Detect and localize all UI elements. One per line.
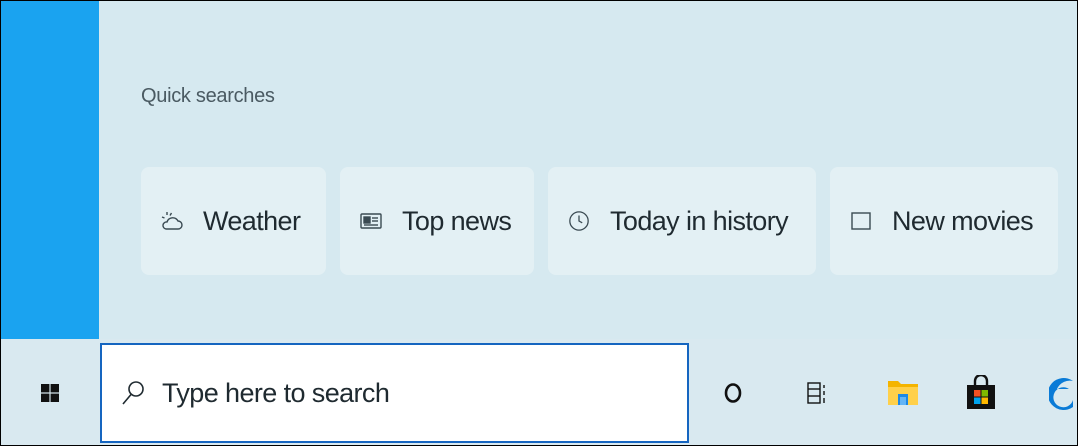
weather-icon (161, 210, 183, 232)
taskbar-search-box[interactable] (100, 343, 689, 443)
task-view-button[interactable] (787, 339, 847, 445)
news-icon (360, 210, 382, 232)
taskbar (1, 339, 1077, 445)
cortana-button[interactable] (703, 339, 763, 445)
quick-search-label: Today in history (610, 205, 789, 236)
quick-search-label: New movies (892, 205, 1034, 236)
accent-strip (1, 1, 99, 339)
edge-button[interactable] (1031, 339, 1077, 445)
search-icon (120, 379, 146, 407)
quick-search-weather[interactable]: Weather (141, 167, 326, 275)
quick-search-label: Weather (203, 205, 301, 236)
quick-search-today-in-history[interactable]: Today in history (548, 167, 816, 275)
search-input[interactable] (160, 376, 644, 410)
search-panel: Quick searches Weather Top news Today in… (99, 1, 1077, 339)
clock-icon (568, 210, 590, 232)
quick-search-new-movies[interactable]: New movies (830, 167, 1058, 275)
microsoft-store-button[interactable] (951, 339, 1011, 445)
microsoft-store-icon (964, 375, 998, 411)
start-button[interactable] (1, 339, 99, 445)
file-explorer-icon (886, 377, 920, 409)
quick-searches-title: Quick searches (141, 85, 275, 107)
task-view-icon (806, 381, 828, 405)
quick-search-label: Top news (402, 205, 512, 236)
windows-logo-icon (41, 384, 59, 402)
quick-search-top-news[interactable]: Top news (340, 167, 534, 275)
movie-icon (850, 210, 872, 232)
screenshot-frame: Quick searches Weather Top news Today in… (0, 0, 1078, 446)
file-explorer-button[interactable] (873, 339, 933, 445)
cortana-icon (723, 382, 743, 404)
edge-icon (1049, 373, 1077, 413)
